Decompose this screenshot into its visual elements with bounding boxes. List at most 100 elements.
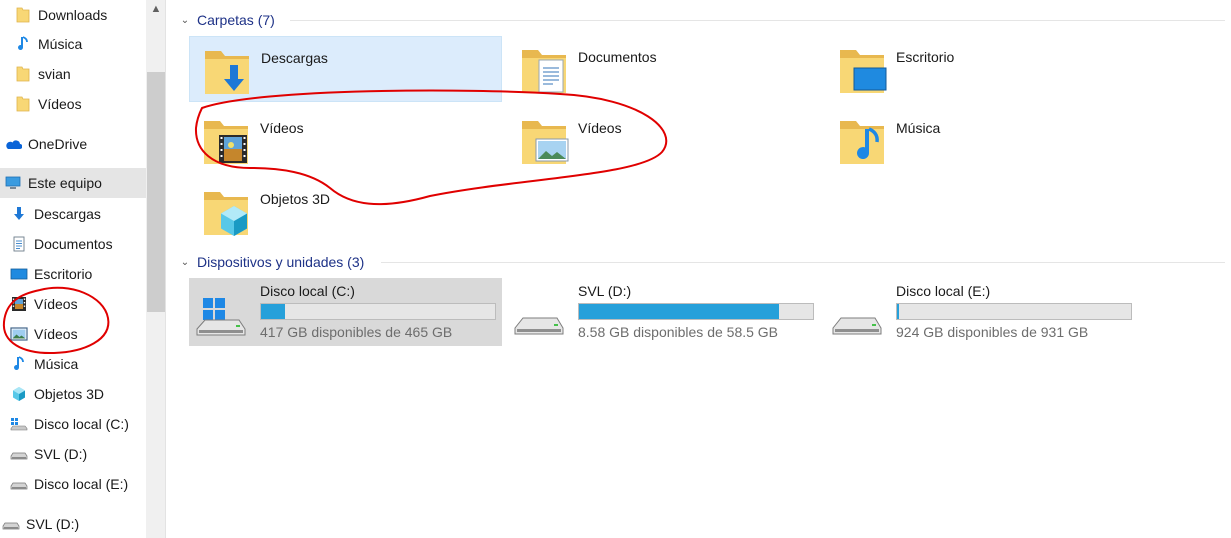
folder-icon bbox=[14, 65, 32, 83]
videos-film-folder-icon bbox=[204, 121, 248, 164]
drive-free-space: 417 GB disponibles de 465 GB bbox=[260, 324, 453, 340]
drive-free-space: 8.58 GB disponibles de 58.5 GB bbox=[578, 324, 779, 340]
sidebar-item-label: Descargas bbox=[34, 206, 101, 222]
drive-label: Disco local (C:) bbox=[260, 283, 355, 299]
music-note-icon bbox=[14, 35, 32, 53]
3d-objects-folder-icon bbox=[204, 192, 248, 236]
folder-tile-musica[interactable]: Música bbox=[825, 107, 1138, 173]
sidebar-item-documentos[interactable]: Documentos bbox=[0, 229, 146, 259]
folder-tile-documentos[interactable]: Documentos bbox=[507, 36, 820, 102]
sidebar-item-disco-e[interactable]: Disco local (E:) bbox=[0, 469, 146, 499]
chevron-down-icon[interactable]: ⌄ bbox=[178, 257, 192, 268]
sidebar-item-label: Vídeos bbox=[34, 326, 78, 342]
sidebar-item-downloads[interactable]: Downloads bbox=[0, 0, 146, 30]
folder-tile-objetos-3d[interactable]: Objetos 3D bbox=[189, 178, 502, 244]
folder-tile-escritorio[interactable]: Escritorio bbox=[825, 36, 1138, 102]
sidebar-item-este-equipo[interactable]: Este equipo bbox=[0, 168, 146, 198]
sidebar-item-disco-c[interactable]: Disco local (C:) bbox=[0, 409, 146, 439]
sidebar-item-label: Disco local (E:) bbox=[34, 476, 129, 492]
folder-tile-label: Vídeos bbox=[578, 120, 622, 136]
drive-icon bbox=[10, 445, 28, 463]
drive-tile-svl-d[interactable]: SVL (D:) 8.58 GB disponibles de 58.5 GB bbox=[507, 278, 820, 346]
sidebar-item-svl-d-root[interactable]: SVL (D:) bbox=[0, 509, 146, 538]
music-folder-icon bbox=[840, 121, 884, 164]
folder-tile-videos-film[interactable]: Vídeos bbox=[189, 107, 502, 173]
drive-icon bbox=[832, 317, 882, 335]
folder-tile-label: Vídeos bbox=[260, 120, 304, 136]
folder-tile-label: Documentos bbox=[578, 49, 657, 65]
devices-group-header[interactable]: ⌄ Dispositivos y unidades (3) bbox=[178, 252, 365, 272]
drive-free-space: 924 GB disponibles de 931 GB bbox=[896, 324, 1089, 340]
sidebar-item-label: SVL (D:) bbox=[26, 516, 80, 532]
sidebar-item-videos-quick[interactable]: Vídeos bbox=[0, 89, 146, 119]
sidebar-item-onedrive[interactable]: OneDrive bbox=[0, 129, 146, 159]
folder-tile-label: Objetos 3D bbox=[260, 191, 331, 207]
drive-tile-disco-e[interactable]: Disco local (E:) 924 GB disponibles de 9… bbox=[825, 278, 1138, 346]
folder-tile-videos-picture[interactable]: Vídeos bbox=[507, 107, 820, 173]
music-note-icon bbox=[10, 355, 28, 373]
sidebar-item-label: Objetos 3D bbox=[34, 386, 105, 402]
sidebar-item-svian[interactable]: svian bbox=[0, 59, 146, 89]
drive-usage-bar bbox=[896, 303, 1132, 320]
drive-label: SVL (D:) bbox=[578, 283, 632, 299]
sidebar-item-label: Vídeos bbox=[38, 96, 82, 112]
documents-folder-icon bbox=[522, 50, 566, 93]
drive-tile-disco-c[interactable]: Disco local (C:) 417 GB disponibles de 4… bbox=[189, 278, 502, 346]
onedrive-cloud-icon bbox=[4, 135, 22, 153]
folder-tile-descargas[interactable]: Descargas bbox=[189, 36, 502, 102]
navigation-pane: Downloads Música svian Vídeos OneDrive E… bbox=[0, 0, 146, 538]
sidebar-item-label: Música bbox=[34, 356, 79, 372]
sidebar-item-label: Este equipo bbox=[28, 175, 102, 191]
drive-icon bbox=[10, 475, 28, 493]
videos-picture-folder-icon bbox=[522, 121, 569, 164]
sidebar-item-objetos-3d[interactable]: Objetos 3D bbox=[0, 379, 146, 409]
sidebar-item-label: Downloads bbox=[38, 7, 108, 23]
folders-group-header[interactable]: ⌄ Carpetas (7) bbox=[178, 10, 275, 30]
cube-3d-icon bbox=[10, 385, 28, 403]
folder-icon bbox=[14, 6, 32, 24]
picture-icon bbox=[10, 325, 28, 343]
windows-drive-icon bbox=[196, 298, 246, 336]
sidebar-item-videos-picture[interactable]: Vídeos bbox=[0, 319, 146, 349]
downloads-folder-icon bbox=[205, 51, 249, 94]
drive-usage-fill bbox=[579, 304, 779, 319]
chevron-down-icon[interactable]: ⌄ bbox=[178, 15, 192, 26]
documents-icon bbox=[10, 235, 28, 253]
film-strip-icon bbox=[10, 295, 28, 313]
sidebar-item-label: svian bbox=[38, 66, 71, 82]
group-divider bbox=[381, 262, 1225, 263]
sidebar-item-label: Música bbox=[38, 36, 83, 52]
sidebar-item-svl-d[interactable]: SVL (D:) bbox=[0, 439, 146, 469]
drive-usage-fill bbox=[897, 304, 899, 319]
sidebar-item-musica-2[interactable]: Música bbox=[0, 349, 146, 379]
drive-usage-bar bbox=[260, 303, 496, 320]
sidebar-item-label: OneDrive bbox=[28, 136, 88, 152]
drive-icon bbox=[2, 515, 20, 533]
desktop-folder-icon bbox=[840, 50, 887, 93]
drive-usage-fill bbox=[261, 304, 286, 319]
sidebar-item-videos-film[interactable]: Vídeos bbox=[0, 289, 146, 319]
scrollbar-thumb[interactable] bbox=[147, 72, 165, 312]
sidebar-item-label: Disco local (C:) bbox=[34, 416, 129, 432]
drive-icon bbox=[514, 317, 564, 335]
download-arrow-icon bbox=[10, 205, 28, 223]
drive-label: Disco local (E:) bbox=[896, 283, 991, 299]
folder-tile-label: Descargas bbox=[261, 50, 328, 66]
sidebar-item-label: Escritorio bbox=[34, 266, 93, 282]
group-divider bbox=[290, 20, 1225, 21]
drive-usage-bar bbox=[578, 303, 814, 320]
desktop-icon bbox=[10, 265, 28, 283]
folder-tile-label: Escritorio bbox=[896, 49, 955, 65]
sidebar-scrollbar[interactable]: ▲ bbox=[146, 0, 166, 538]
sidebar-item-descargas[interactable]: Descargas bbox=[0, 199, 146, 229]
folders-group-title: Carpetas (7) bbox=[197, 12, 275, 28]
sidebar-item-escritorio[interactable]: Escritorio bbox=[0, 259, 146, 289]
sidebar-item-musica[interactable]: Música bbox=[0, 29, 146, 59]
sidebar-item-label: Vídeos bbox=[34, 296, 78, 312]
sidebar-item-label: SVL (D:) bbox=[34, 446, 88, 462]
devices-group-title: Dispositivos y unidades (3) bbox=[197, 254, 365, 270]
windows-drive-icon bbox=[10, 415, 28, 433]
scroll-up-arrow-icon[interactable]: ▲ bbox=[146, 0, 166, 18]
folder-icon bbox=[14, 95, 32, 113]
sidebar-item-label: Documentos bbox=[34, 236, 113, 252]
